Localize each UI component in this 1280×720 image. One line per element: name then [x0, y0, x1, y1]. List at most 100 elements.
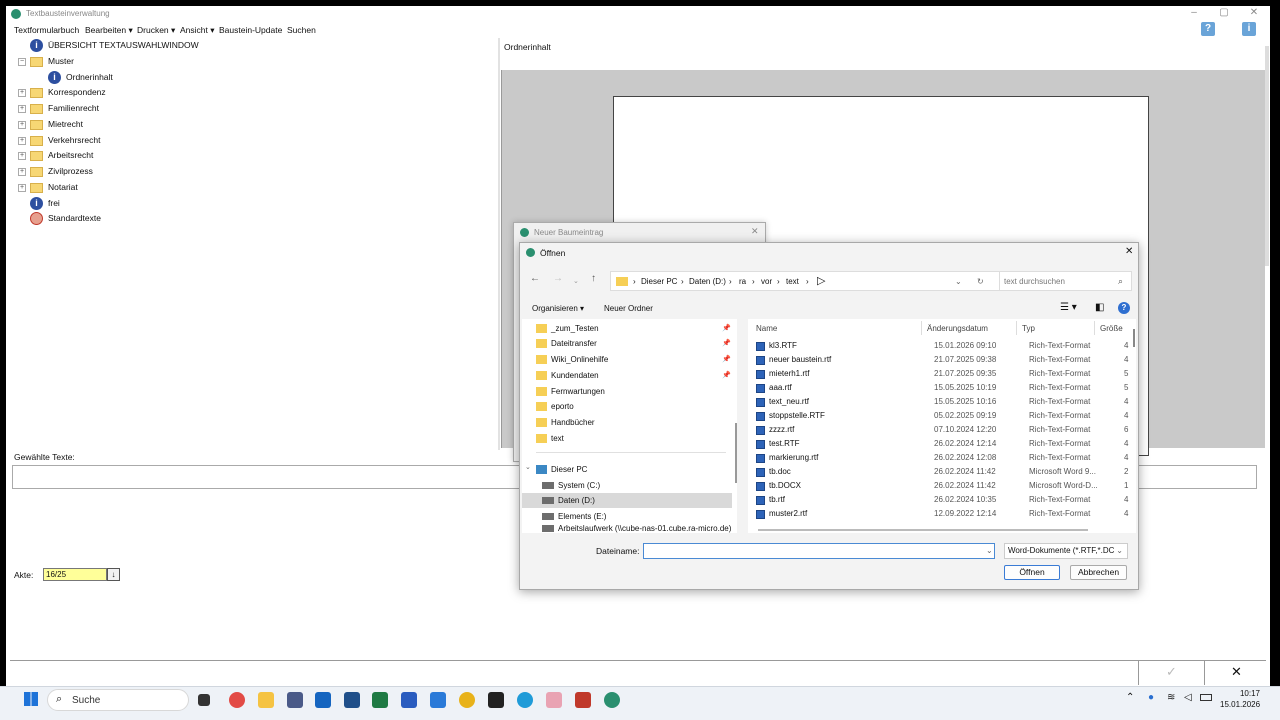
file-row[interactable]: kl3.RTF 15.01.2026 09:10 Rich-Text-Format 4	[756, 339, 1136, 353]
nav-item-eporto[interactable]: eporto	[536, 399, 574, 414]
battery-icon[interactable]	[1200, 694, 1212, 701]
file-row[interactable]: muster2.rtf 12.09.2022 12:14 Rich-Text-For…	[756, 507, 1136, 521]
expand-icon[interactable]: +	[18, 152, 26, 160]
back-icon[interactable]: ←	[530, 273, 540, 284]
nav-item-elements-e[interactable]: Elements (E:)	[542, 509, 606, 524]
app-icon[interactable]	[488, 692, 504, 708]
column-separator[interactable]	[921, 321, 922, 335]
tree-item-ordnerinhalt[interactable]: i Ordnerinhalt	[48, 70, 113, 85]
tree-item-muster[interactable]: Muster	[30, 54, 74, 69]
file-row[interactable]: stoppstelle.RTF 05.02.2025 09:19 Rich-Text…	[756, 409, 1136, 423]
file-row[interactable]: neuer baustein.rtf 21.07.2025 09:38 Rich-T…	[756, 353, 1136, 367]
forward-icon[interactable]: →	[553, 273, 563, 284]
file-row[interactable]: zzzz.rtf 07.10.2024 12:20 Rich-Text-Format…	[756, 423, 1136, 437]
filetype-select[interactable]: Word-Dokumente (*.RTF,*.DC ⌄	[1004, 543, 1128, 559]
edge-icon[interactable]	[517, 692, 533, 708]
minimize-icon[interactable]: –	[1184, 7, 1204, 18]
column-header-name[interactable]: Name	[756, 324, 777, 333]
file-row[interactable]: test.RTF 26.02.2024 12:14 Rich-Text-Format…	[756, 437, 1136, 451]
vivaldi-icon[interactable]	[229, 692, 245, 708]
breadcrumb-item[interactable]: text	[786, 277, 799, 286]
nav-item-dieser-pc[interactable]: Dieser PC	[536, 462, 587, 477]
tree-item-arbeitsrecht[interactable]: Arbeitsrecht	[30, 148, 93, 163]
clock[interactable]: 10:17 15.01.2026	[1220, 688, 1260, 710]
confirm-button[interactable]: ✓	[1138, 661, 1204, 685]
file-explorer-icon[interactable]	[258, 692, 274, 708]
menu-bearbeiten[interactable]: Bearbeiten ▾	[85, 25, 133, 36]
chevron-down-icon[interactable]: ⌄	[955, 277, 962, 286]
tree-item-verkehrsrecht[interactable]: Verkehrsrecht	[30, 133, 100, 148]
menu-suchen[interactable]: Suchen	[287, 25, 316, 35]
file-row[interactable]: tb.rtf 26.02.2024 10:35 Rich-Text-Format 4	[756, 493, 1136, 507]
chrome-icon[interactable]	[459, 692, 475, 708]
file-row[interactable]: mieterh1.rtf 21.07.2025 09:35 Rich-Text-Fo…	[756, 367, 1136, 381]
expand-icon[interactable]: +	[18, 168, 26, 176]
cancel-button[interactable]: Abbrechen	[1070, 565, 1127, 580]
expand-icon[interactable]: +	[18, 137, 26, 145]
column-header-type[interactable]: Typ	[1022, 324, 1035, 333]
nav-item-wiki-onlinehilfe[interactable]: Wiki_Onlinehilfe	[536, 352, 608, 367]
volume-icon[interactable]: ◁	[1184, 692, 1192, 703]
recent-icon[interactable]: ⌄	[573, 277, 579, 285]
organize-button[interactable]: Organisieren ▾	[532, 304, 584, 313]
nav-item-handbuecher[interactable]: Handbücher	[536, 415, 595, 430]
refresh-icon[interactable]: ↻	[977, 277, 984, 286]
help-icon[interactable]: ?	[1118, 302, 1130, 314]
nav-item-kundendaten[interactable]: Kundendaten	[536, 368, 599, 383]
up-icon[interactable]: ↑	[591, 273, 596, 284]
nav-item-fernwartungen[interactable]: Fernwartungen	[536, 384, 605, 399]
filename-input[interactable]	[643, 543, 995, 559]
microphone-icon[interactable]: ●	[1148, 692, 1154, 703]
tree-item-familienrecht[interactable]: Familienrecht	[30, 101, 99, 116]
scrollbar[interactable]	[1265, 46, 1269, 266]
chevron-down-icon[interactable]: ⌄	[986, 546, 993, 555]
menu-ansicht[interactable]: Ansicht ▾	[180, 25, 215, 36]
tree-item-uebersicht[interactable]: i ÜBERSICHT TEXTAUSWAHLWINDOW	[30, 38, 199, 53]
expand-icon[interactable]: +	[18, 105, 26, 113]
nav-item-arbeitslaufwerk[interactable]: Arbeitslaufwerk (\\cube-nas-01.cube.ra-m…	[542, 524, 731, 533]
menu-textformularbuch[interactable]: Textformularbuch	[14, 25, 79, 35]
nav-item-daten-d[interactable]: Daten (D:)	[542, 493, 595, 508]
excel-icon[interactable]	[372, 692, 388, 708]
new-folder-button[interactable]: Neuer Ordner	[604, 304, 653, 313]
tree-item-standardtexte[interactable]: Standardtexte	[30, 211, 101, 226]
menu-drucken[interactable]: Drucken ▾	[137, 25, 175, 36]
expand-icon[interactable]: +	[18, 121, 26, 129]
app-icon[interactable]	[287, 692, 303, 708]
app-icon[interactable]	[546, 692, 562, 708]
windows-start-icon[interactable]	[24, 692, 38, 706]
app-icon[interactable]	[575, 692, 591, 708]
tree-item-notariat[interactable]: Notariat	[30, 180, 78, 195]
info-icon[interactable]: i	[1242, 22, 1256, 36]
nav-item-dateitransfer[interactable]: Dateitransfer	[536, 336, 597, 351]
close-icon[interactable]: ✕	[751, 226, 759, 237]
tree-item-frei[interactable]: i frei	[30, 196, 60, 211]
close-icon[interactable]: ✕	[1125, 246, 1133, 257]
expand-icon[interactable]: +	[18, 89, 26, 97]
help-icon[interactable]: ?	[1201, 22, 1215, 36]
outlook-icon[interactable]	[315, 692, 331, 708]
column-header-date[interactable]: Änderungsdatum	[927, 324, 988, 333]
app-icon[interactable]	[344, 692, 360, 708]
tree-item-zivilprozess[interactable]: Zivilprozess	[30, 164, 93, 179]
column-header-size[interactable]: Größe	[1100, 324, 1123, 333]
file-list-scrollbar[interactable]	[1133, 329, 1135, 347]
nav-item-text[interactable]: text	[536, 431, 564, 446]
taskbar-search[interactable]: ⌕ Suche	[47, 689, 189, 711]
file-row[interactable]: tb.DOCX 26.02.2024 11:42 Microsoft Word-D.…	[756, 479, 1136, 493]
cancel-x-button[interactable]: ✕	[1204, 661, 1268, 685]
nav-item-zum-testen[interactable]: _zum_Testen	[536, 321, 599, 336]
expand-icon[interactable]: +	[18, 184, 26, 192]
pane-splitter[interactable]	[498, 38, 500, 450]
breadcrumb-item[interactable]: ra	[739, 277, 746, 286]
nav-item-system-c[interactable]: System (C:)	[542, 478, 600, 493]
chevron-up-icon[interactable]: ⌃	[1126, 692, 1134, 703]
app-icon[interactable]	[604, 692, 620, 708]
file-row[interactable]: text_neu.rtf 15.05.2025 10:16 Rich-Text-Fo…	[756, 395, 1136, 409]
breadcrumb-item[interactable]: Daten (D:)	[689, 277, 726, 286]
word-icon[interactable]	[401, 692, 417, 708]
close-icon[interactable]: ✕	[1244, 7, 1264, 18]
view-menu-icon[interactable]: ☰ ▾	[1060, 302, 1077, 313]
wifi-icon[interactable]: ≋	[1167, 692, 1175, 703]
akte-dropdown-button[interactable]: ↓	[107, 568, 120, 581]
